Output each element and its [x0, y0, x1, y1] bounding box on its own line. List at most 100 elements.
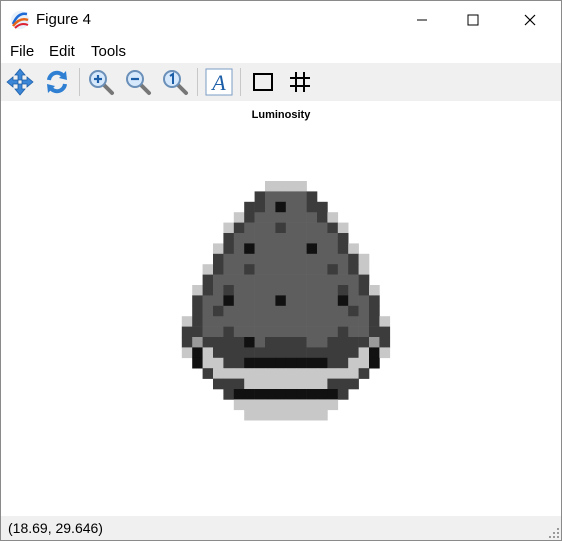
maximize-icon — [467, 14, 479, 26]
window-title: Figure 4 — [36, 11, 92, 28]
image-pixel — [358, 264, 370, 275]
image-pixel — [254, 285, 266, 296]
image-pixel — [337, 233, 349, 244]
zoom-reset-button[interactable] — [159, 66, 191, 98]
image-pixel — [223, 243, 235, 255]
image-pixel — [244, 389, 255, 400]
text-annotation-button[interactable]: A — [203, 66, 235, 98]
image-pixel — [327, 347, 339, 359]
image-pixel — [223, 316, 235, 327]
image-pixel — [233, 243, 245, 255]
image-pixel — [296, 295, 307, 307]
image-pixel — [358, 316, 370, 327]
image-pixel — [337, 222, 349, 234]
image-pixel — [327, 274, 339, 286]
maximize-button[interactable] — [450, 1, 496, 39]
image-pixel — [379, 337, 391, 348]
image-pixel — [306, 409, 318, 421]
image-pixel — [244, 399, 255, 411]
zoom-out-icon — [126, 70, 151, 95]
image-pixel — [285, 316, 297, 327]
image-pixel — [265, 305, 276, 317]
image-pixel — [358, 368, 370, 379]
image-pixel — [369, 316, 380, 327]
image-pixel — [306, 285, 318, 296]
image-pixel — [254, 295, 266, 307]
image-pixel — [296, 326, 307, 338]
toolbar-separator — [79, 68, 80, 96]
image-pixel — [223, 326, 235, 338]
image-pixel — [265, 337, 276, 348]
menu-tools[interactable]: Tools — [91, 43, 126, 60]
luminosity-image[interactable] — [161, 181, 421, 441]
image-pixel — [369, 357, 380, 369]
image-pixel — [223, 295, 235, 307]
plot-canvas[interactable]: Luminosity — [1, 101, 561, 516]
pan-arrows-icon — [6, 68, 34, 96]
image-pixel — [254, 389, 266, 400]
image-pixel — [348, 368, 359, 379]
image-pixel — [244, 264, 255, 275]
image-pixel — [254, 409, 266, 421]
image-pixel — [317, 212, 328, 223]
image-pixel — [275, 274, 287, 286]
image-pixel — [327, 243, 339, 255]
image-pixel — [327, 337, 339, 348]
image-pixel — [233, 399, 245, 411]
image-pixel — [327, 305, 339, 317]
image-pixel — [265, 222, 276, 234]
resize-grip-icon[interactable] — [549, 528, 559, 538]
image-pixel — [213, 316, 224, 327]
image-pixel — [265, 181, 276, 192]
image-pixel — [348, 305, 359, 317]
zoom-in-button[interactable] — [85, 66, 117, 98]
pan-button[interactable] — [4, 66, 36, 98]
grid-toggle-button[interactable] — [284, 66, 316, 98]
image-pixel — [348, 337, 359, 348]
image-pixel — [306, 357, 318, 369]
image-pixel — [327, 285, 339, 296]
image-pixel — [244, 337, 255, 348]
image-pixel — [358, 295, 370, 307]
image-pixel — [244, 201, 255, 213]
image-pixel — [317, 337, 328, 348]
rectangle-select-button[interactable] — [247, 66, 279, 98]
image-pixel — [337, 389, 349, 400]
image-pixel — [181, 347, 193, 359]
image-pixel — [265, 285, 276, 296]
image-pixel — [317, 222, 328, 234]
image-pixel — [348, 285, 359, 296]
image-pixel — [348, 274, 359, 286]
image-pixel — [233, 305, 245, 317]
menu-file[interactable]: File — [10, 43, 34, 60]
image-pixel — [244, 357, 255, 369]
image-pixel — [233, 357, 245, 369]
image-pixel — [285, 347, 297, 359]
image-pixel — [317, 274, 328, 286]
minimize-button[interactable] — [399, 1, 445, 39]
image-pixel — [213, 378, 224, 390]
title-bar[interactable]: Figure 4 — [1, 1, 561, 39]
image-pixel — [337, 295, 349, 307]
image-pixel — [327, 389, 339, 400]
image-pixel — [296, 316, 307, 327]
image-pixel — [265, 347, 276, 359]
image-pixel — [306, 337, 318, 348]
image-pixel — [265, 274, 276, 286]
menu-edit[interactable]: Edit — [49, 43, 75, 60]
image-pixel — [296, 378, 307, 390]
close-button[interactable] — [507, 1, 553, 39]
image-pixel — [296, 264, 307, 275]
image-pixel — [275, 368, 287, 379]
image-pixel — [285, 201, 297, 213]
image-pixel — [337, 274, 349, 286]
image-pixel — [358, 357, 370, 369]
image-pixel — [337, 347, 349, 359]
image-pixel — [275, 233, 287, 244]
image-pixel — [244, 295, 255, 307]
image-pixel — [306, 274, 318, 286]
image-pixel — [265, 357, 276, 369]
refresh-button[interactable] — [41, 66, 73, 98]
zoom-out-button[interactable] — [122, 66, 154, 98]
plot-title: Luminosity — [251, 109, 311, 121]
